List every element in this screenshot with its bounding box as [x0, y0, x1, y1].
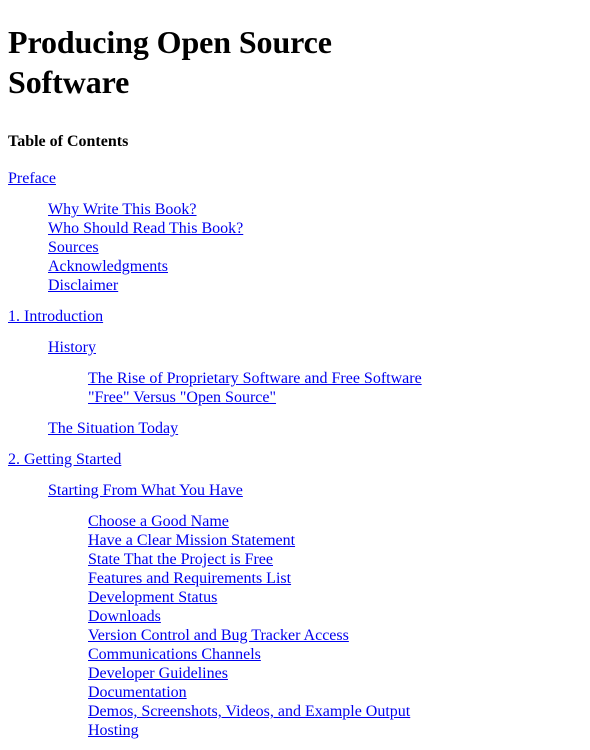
- toc-entry-level-3: Development Status: [88, 588, 582, 607]
- toc-entry-level-3: Features and Requirements List: [88, 569, 582, 588]
- toc-section: 2. Getting Started: [8, 450, 582, 469]
- toc-entry-level-1: Preface: [8, 169, 582, 188]
- toc-link-choose-a-good-name[interactable]: Choose a Good Name: [88, 513, 229, 530]
- toc-entry-level-3: Communications Channels: [88, 645, 582, 664]
- toc-link-acknowledgments[interactable]: Acknowledgments: [48, 258, 168, 275]
- toc-link-have-a-clear-mission-statement[interactable]: Have a Clear Mission Statement: [88, 532, 295, 549]
- toc-entry-level-2: Acknowledgments: [48, 257, 582, 276]
- toc-link-2-getting-started[interactable]: 2. Getting Started: [8, 451, 121, 468]
- toc-link-free-versus-open-source[interactable]: "Free" Versus "Open Source": [88, 389, 276, 406]
- toc-link-1-introduction[interactable]: 1. Introduction: [8, 308, 103, 325]
- toc-group-level-2: The Situation Today: [8, 419, 582, 438]
- toc-entry-level-2: Why Write This Book?: [48, 200, 582, 219]
- toc-entry-level-1: 1. Introduction: [8, 307, 582, 326]
- toc-link-starting-from-what-you-have[interactable]: Starting From What You Have: [48, 482, 243, 499]
- toc-entry-level-3: State That the Project is Free: [88, 550, 582, 569]
- toc-entry-level-2: History: [48, 338, 582, 357]
- toc-link-hosting[interactable]: Hosting: [88, 722, 139, 739]
- toc-entry-level-3: Version Control and Bug Tracker Access: [88, 626, 582, 645]
- toc-entry-level-3: The Rise of Proprietary Software and Fre…: [88, 369, 582, 388]
- toc-group-level-2: History: [8, 338, 582, 357]
- toc-link-communications-channels[interactable]: Communications Channels: [88, 646, 261, 663]
- toc-group-level-2: Why Write This Book? Who Should Read This…: [8, 200, 582, 295]
- toc-entry-level-1: 2. Getting Started: [8, 450, 582, 469]
- toc-group-level-3: Choose a Good Name Have a Clear Mission S…: [8, 512, 582, 740]
- toc-link-the-situation-today[interactable]: The Situation Today: [48, 420, 178, 437]
- toc-entry-level-2: Starting From What You Have: [48, 481, 582, 500]
- toc-link-preface[interactable]: Preface: [8, 170, 56, 187]
- table-of-contents-heading: Table of Contents: [8, 133, 129, 150]
- toc-link-why-write-this-book[interactable]: Why Write This Book?: [48, 201, 197, 218]
- toc-link-developer-guidelines[interactable]: Developer Guidelines: [88, 665, 228, 682]
- toc-link-sources[interactable]: Sources: [48, 239, 99, 256]
- toc-entry-level-3: Hosting: [88, 721, 582, 740]
- toc-section: Preface: [8, 169, 582, 188]
- toc-entry-level-2: Disclaimer: [48, 276, 582, 295]
- document-page: Producing Open Source Software Table of …: [0, 0, 590, 740]
- toc-link-downloads[interactable]: Downloads: [88, 608, 161, 625]
- toc-link-state-that-the-project-is-free[interactable]: State That the Project is Free: [88, 551, 273, 568]
- toc-group-level-3: The Rise of Proprietary Software and Fre…: [8, 369, 582, 407]
- toc-entry-level-2: Who Should Read This Book?: [48, 219, 582, 238]
- toc-entry-level-3: Developer Guidelines: [88, 664, 582, 683]
- toc-section: 1. Introduction: [8, 307, 582, 326]
- toc-entry-level-3: Documentation: [88, 683, 582, 702]
- toc-link-documentation[interactable]: Documentation: [88, 684, 187, 701]
- toc-link-demos-screenshots-videos-and-example-output[interactable]: Demos, Screenshots, Videos, and Example …: [88, 703, 410, 720]
- toc-link-development-status[interactable]: Development Status: [88, 589, 217, 606]
- toc-link-the-rise-of-proprietary-software-and-free-softwa[interactable]: The Rise of Proprietary Software and Fre…: [88, 370, 422, 387]
- toc-link-features-and-requirements-list[interactable]: Features and Requirements List: [88, 570, 291, 587]
- toc-entry-level-3: Downloads: [88, 607, 582, 626]
- toc-link-disclaimer[interactable]: Disclaimer: [48, 277, 118, 294]
- toc-entry-level-3: Have a Clear Mission Statement: [88, 531, 582, 550]
- toc-link-history[interactable]: History: [48, 339, 96, 356]
- toc-link-who-should-read-this-book[interactable]: Who Should Read This Book?: [48, 220, 243, 237]
- toc-link-version-control-and-bug-tracker-access[interactable]: Version Control and Bug Tracker Access: [88, 627, 349, 644]
- table-of-contents: Preface Why Write This Book? Who Should Re…: [8, 169, 582, 740]
- toc-entry-level-2: The Situation Today: [48, 419, 582, 438]
- toc-entry-level-2: Sources: [48, 238, 582, 257]
- toc-group-level-2: Starting From What You Have: [8, 481, 582, 500]
- page-title: Producing Open Source Software: [8, 24, 332, 100]
- toc-entry-level-3: Choose a Good Name: [88, 512, 582, 531]
- toc-entry-level-3: Demos, Screenshots, Videos, and Example …: [88, 702, 582, 721]
- toc-entry-level-3: "Free" Versus "Open Source": [88, 388, 582, 407]
